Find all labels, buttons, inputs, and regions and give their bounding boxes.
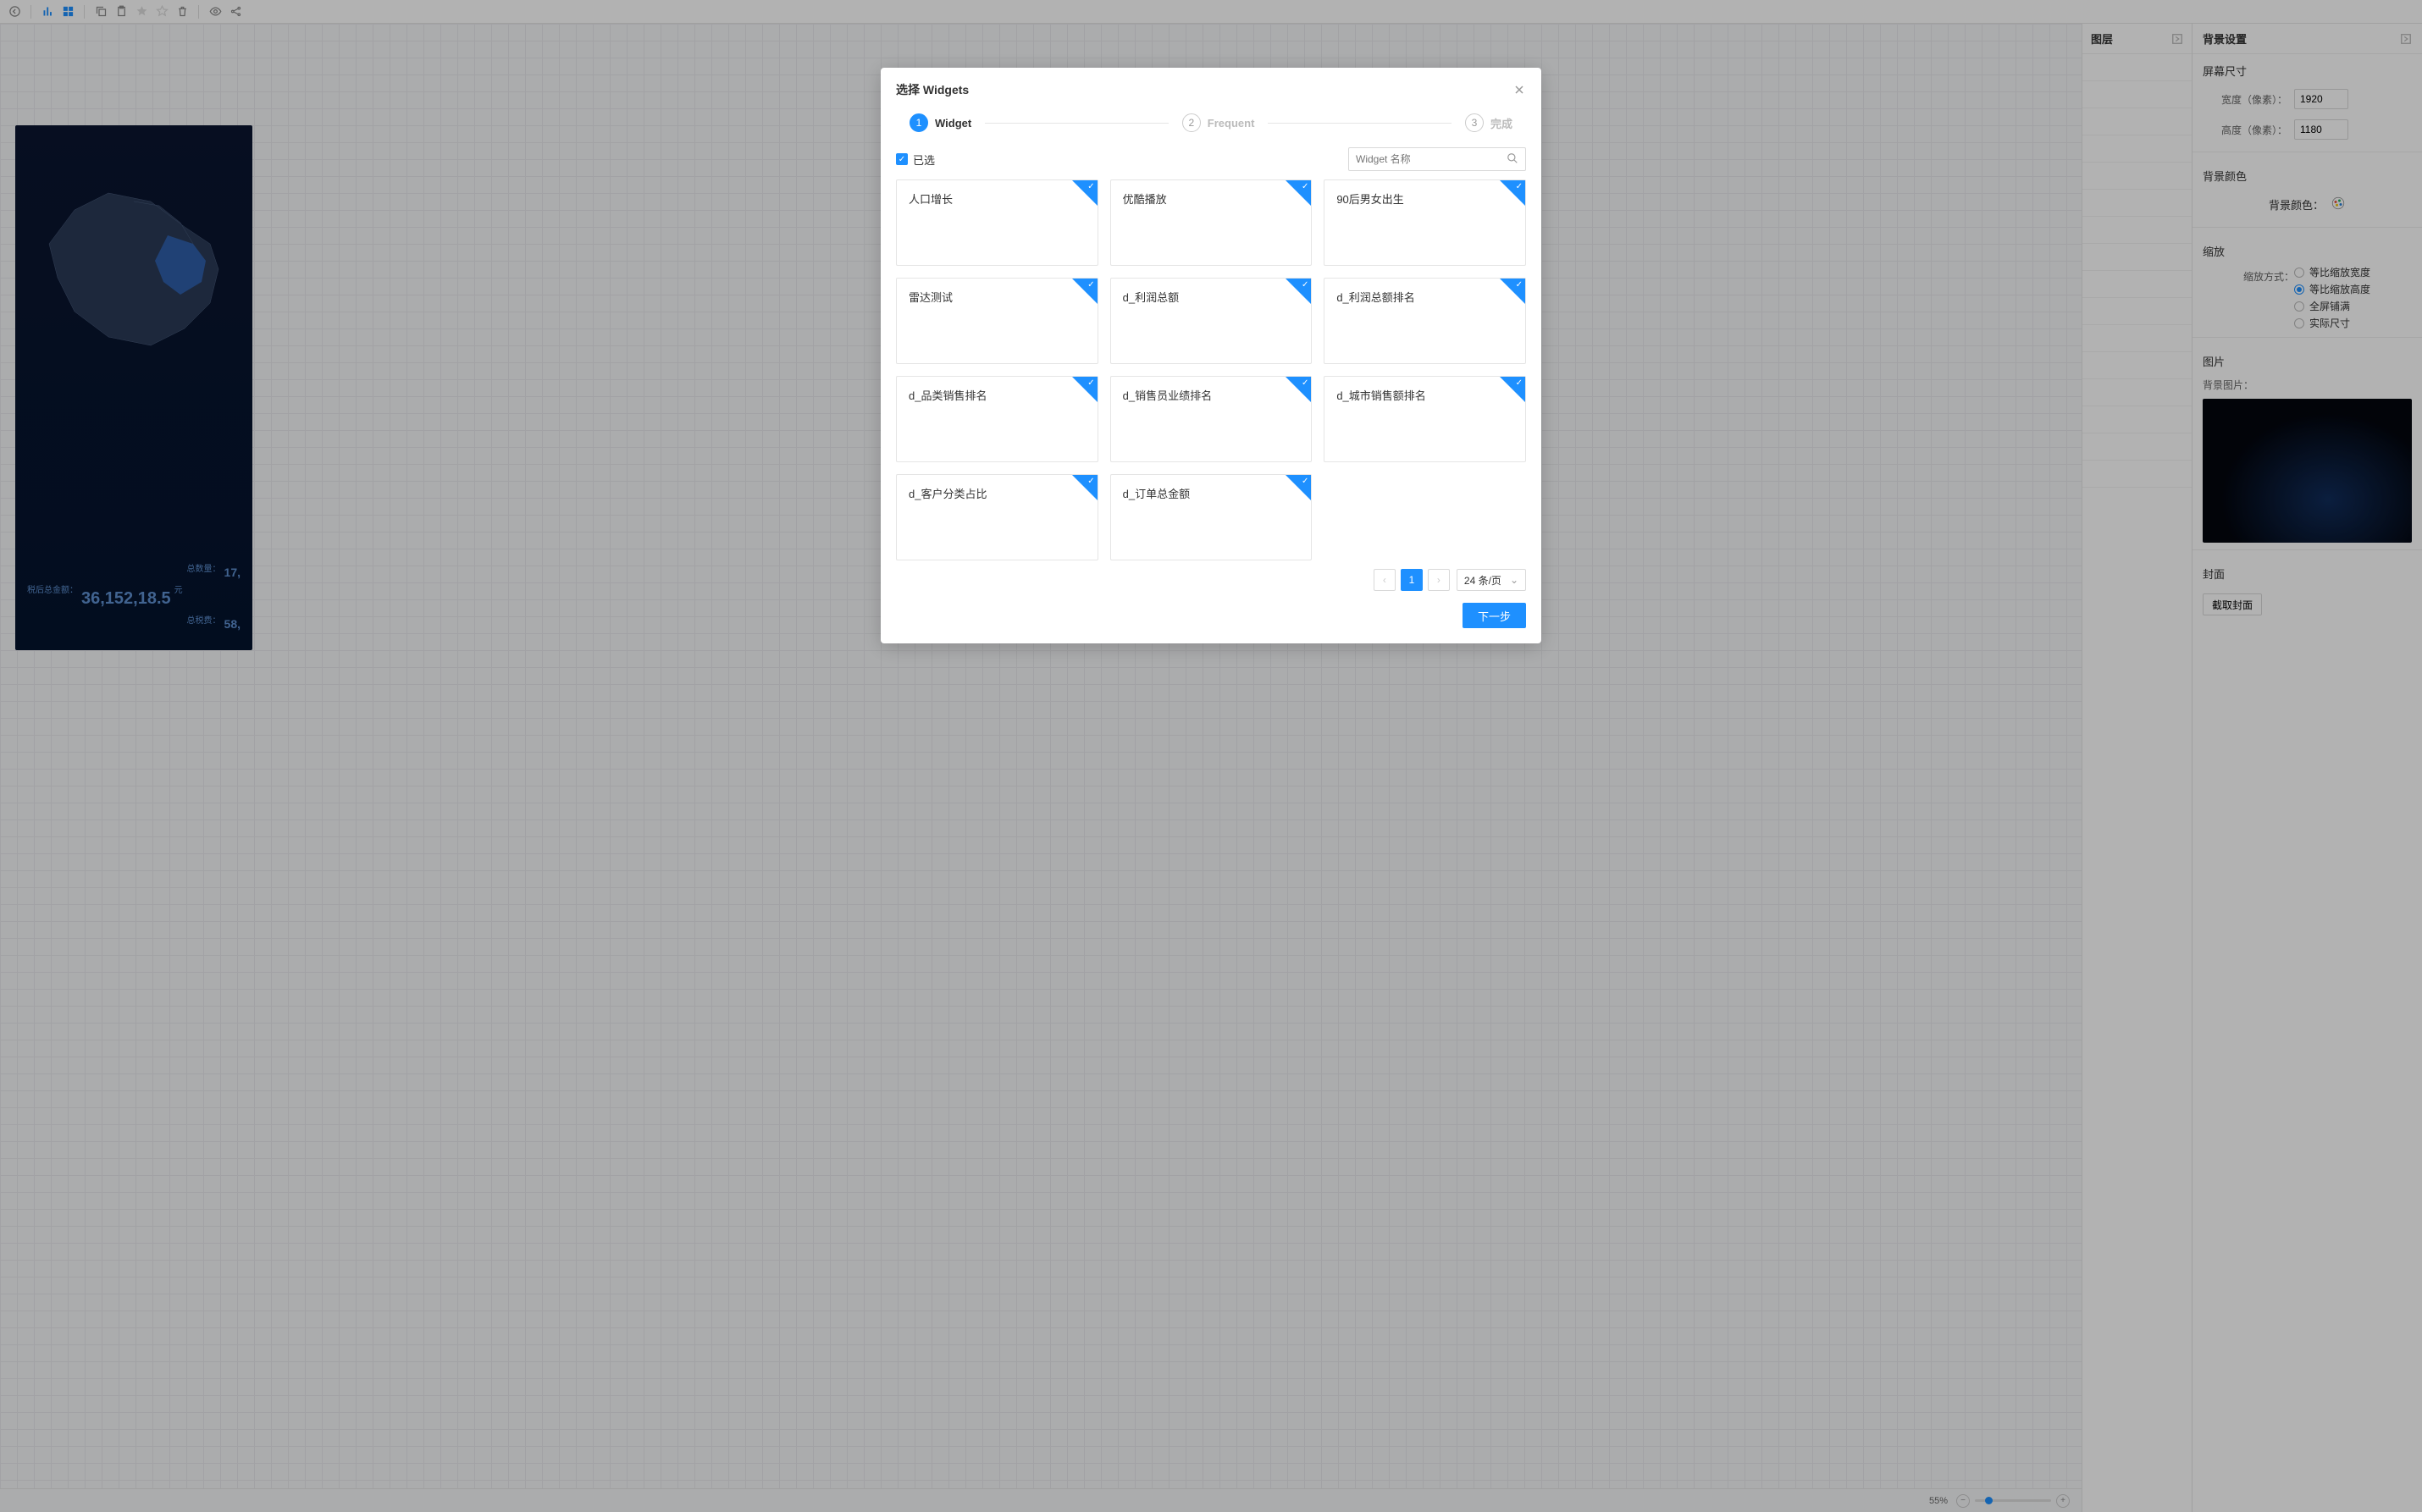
steps: 1Widget 2Frequent 3完成 bbox=[881, 108, 1541, 147]
widget-name: d_品类销售排名 bbox=[909, 389, 987, 402]
step-line bbox=[1268, 123, 1452, 124]
widget-card[interactable]: ✓d_品类销售排名 bbox=[896, 376, 1098, 462]
close-icon[interactable] bbox=[1512, 83, 1526, 97]
search-box bbox=[1348, 147, 1526, 171]
prev-page-button[interactable]: ‹ bbox=[1374, 569, 1396, 591]
step-done[interactable]: 3完成 bbox=[1465, 113, 1512, 132]
next-page-button[interactable]: › bbox=[1428, 569, 1450, 591]
widget-card[interactable]: ✓90后男女出生 bbox=[1324, 179, 1526, 266]
widget-card[interactable]: ✓d_利润总额排名 bbox=[1324, 278, 1526, 364]
widget-name: d_城市销售额排名 bbox=[1336, 389, 1425, 402]
modal-mask[interactable]: 选择 Widgets 1Widget 2Frequent 3完成 ✓ 已选 ✓人… bbox=[0, 0, 2422, 1512]
step-frequent[interactable]: 2Frequent bbox=[1182, 113, 1255, 132]
widget-name: 优酷播放 bbox=[1123, 193, 1167, 206]
widget-card[interactable]: ✓雷达测试 bbox=[896, 278, 1098, 364]
select-widgets-modal: 选择 Widgets 1Widget 2Frequent 3完成 ✓ 已选 ✓人… bbox=[881, 68, 1541, 643]
selected-label: 已选 bbox=[913, 152, 935, 168]
widget-name: d_利润总额排名 bbox=[1336, 291, 1414, 304]
chevron-down-icon: ⌄ bbox=[1510, 574, 1518, 586]
widget-name: 雷达测试 bbox=[909, 291, 953, 304]
widget-card[interactable]: ✓d_订单总金额 bbox=[1110, 474, 1313, 560]
widget-name: d_销售员业绩排名 bbox=[1123, 389, 1212, 402]
step-widget[interactable]: 1Widget bbox=[910, 113, 971, 132]
step-line bbox=[985, 123, 1169, 124]
widget-name: d_客户分类占比 bbox=[909, 488, 987, 500]
widget-card[interactable]: ✓优酷播放 bbox=[1110, 179, 1313, 266]
next-button[interactable]: 下一步 bbox=[1463, 603, 1526, 628]
page-number[interactable]: 1 bbox=[1401, 569, 1423, 591]
selected-checkbox[interactable]: ✓ 已选 bbox=[896, 152, 935, 168]
search-icon[interactable] bbox=[1507, 152, 1518, 167]
page-size-select[interactable]: 24 条/页 ⌄ bbox=[1457, 569, 1526, 591]
pager: ‹ 1 › bbox=[896, 569, 1450, 591]
widget-name: d_利润总额 bbox=[1123, 291, 1179, 304]
widget-card[interactable]: ✓d_销售员业绩排名 bbox=[1110, 376, 1313, 462]
widget-name: 90后男女出生 bbox=[1336, 193, 1403, 206]
widget-name: 人口增长 bbox=[909, 193, 953, 206]
widget-card[interactable]: ✓d_客户分类占比 bbox=[896, 474, 1098, 560]
widget-card[interactable]: ✓d_城市销售额排名 bbox=[1324, 376, 1526, 462]
page-size-label: 24 条/页 bbox=[1464, 573, 1501, 588]
widget-card[interactable]: ✓d_利润总额 bbox=[1110, 278, 1313, 364]
search-input[interactable] bbox=[1356, 153, 1507, 165]
widget-grid: ✓人口增长✓优酷播放✓90后男女出生✓雷达测试✓d_利润总额✓d_利润总额排名✓… bbox=[881, 179, 1541, 566]
widget-name: d_订单总金额 bbox=[1123, 488, 1190, 500]
modal-title: 选择 Widgets bbox=[896, 81, 969, 98]
widget-card[interactable]: ✓人口增长 bbox=[896, 179, 1098, 266]
